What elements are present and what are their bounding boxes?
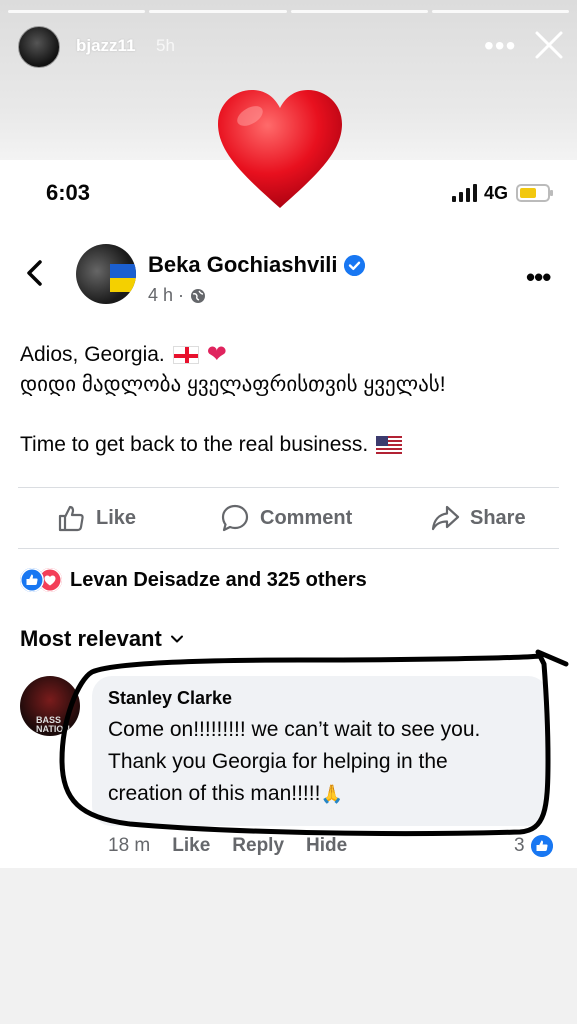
comment-like-button[interactable]: Like <box>172 835 210 857</box>
share-label: Share <box>470 506 526 529</box>
comment-line: Come on!!!!!!!!! we can’t wait to see yo… <box>108 718 481 741</box>
like-reaction-icon <box>20 568 44 592</box>
comment-line: creation of this man!!!!! <box>108 782 321 805</box>
like-label: Like <box>96 506 137 529</box>
like-button[interactable]: Like <box>56 503 136 533</box>
reactions-summary[interactable]: Levan Deisadze and 325 others <box>20 568 367 592</box>
comment-bubble-icon <box>221 504 249 532</box>
verified-badge-icon <box>344 255 365 276</box>
story-more-icon[interactable]: ••• <box>484 30 516 62</box>
story-time-ago: 5h <box>156 36 175 55</box>
post-more-icon[interactable]: ••• <box>526 262 551 293</box>
like-reaction-icon <box>530 835 553 857</box>
heart-icon: ❤ <box>206 341 227 368</box>
georgia-flag-icon <box>172 346 199 364</box>
globe-icon <box>191 288 206 303</box>
comment-hide-button[interactable]: Hide <box>306 835 347 857</box>
comment-line-last: creation of this man!!!!!🙏 <box>108 778 538 810</box>
thumbs-up-icon <box>58 505 84 532</box>
comments-sort-dropdown[interactable]: Most relevant <box>20 626 184 652</box>
author-name[interactable]: Beka Gochiashvili <box>148 252 338 278</box>
divider <box>18 487 559 488</box>
post-line: დიდი მადლობა ყველაფრისთვის ყველას! <box>20 373 446 396</box>
network-type: 4G <box>484 183 509 203</box>
comment-reaction-count[interactable]: 3 <box>514 835 553 857</box>
comment-label: Comment <box>260 506 353 529</box>
battery-icon <box>516 184 553 202</box>
post-time[interactable]: 4 h · <box>148 285 184 306</box>
comment-text: Come on!!!!!!!!! we can’t wait to see yo… <box>108 714 538 810</box>
ukraine-flag-icon <box>110 264 136 292</box>
story-progress-segment <box>431 10 569 13</box>
share-button[interactable]: Share <box>430 503 526 533</box>
story-progress-segment <box>290 10 428 13</box>
story-username[interactable]: bjazz11 <box>76 36 136 56</box>
commenter-avatar[interactable]: BASS NATION <box>20 676 80 736</box>
signal-icon <box>452 184 477 202</box>
story-progress-bar <box>8 10 569 13</box>
story-avatar[interactable] <box>18 26 60 68</box>
comment-time[interactable]: 18 m <box>108 835 150 857</box>
comment-reply-button[interactable]: Reply <box>232 835 284 857</box>
usa-flag-icon <box>376 436 403 454</box>
praying-hands-icon: 🙏 <box>320 784 343 804</box>
sort-label: Most relevant <box>20 626 162 651</box>
post-line: Adios, Georgia. <box>20 343 165 366</box>
chevron-down-icon <box>170 635 183 643</box>
share-arrow-icon <box>431 505 460 531</box>
commenter-avatar-logo: BASS NATION <box>36 715 70 734</box>
heart-sticker-icon <box>218 90 342 208</box>
comment-like-count: 3 <box>514 835 525 856</box>
back-arrow-icon[interactable] <box>24 258 46 288</box>
post-line: Time to get back to the real business. <box>20 433 369 456</box>
comment-button[interactable]: Comment <box>220 503 352 533</box>
post-meta: 4 h · <box>148 285 206 306</box>
lower-background <box>0 868 577 1024</box>
story-progress-segment <box>149 10 287 13</box>
comment-actions: 18 m Like Reply Hide <box>108 835 347 857</box>
commenter-name[interactable]: Stanley Clarke <box>108 688 232 709</box>
close-icon[interactable] <box>532 28 566 62</box>
story-progress-segment <box>8 10 146 13</box>
comment-line: Thank you Georgia for helping in the <box>108 750 448 773</box>
post-body: Adios, Georgia. ❤ დიდი მადლობა ყველაფრის… <box>20 340 560 460</box>
author-avatar[interactable] <box>76 244 136 304</box>
status-time: 6:03 <box>46 180 91 205</box>
reactions-text: Levan Deisadze and 325 others <box>70 568 367 591</box>
divider <box>18 548 559 549</box>
